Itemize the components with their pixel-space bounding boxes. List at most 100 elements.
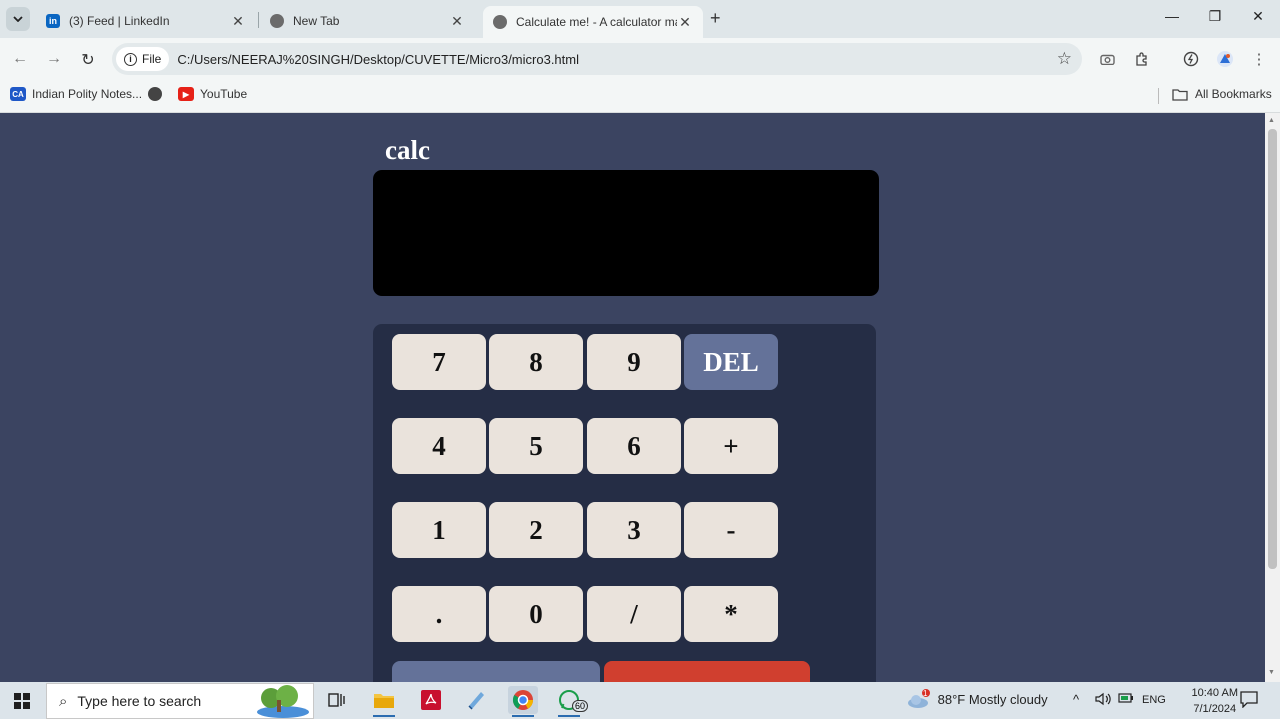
- show-hidden-icons[interactable]: ^: [1073, 692, 1079, 707]
- close-icon[interactable]: ✕: [677, 14, 693, 31]
- restore-button[interactable]: ❐: [1205, 8, 1225, 25]
- chrome-icon: [270, 14, 284, 28]
- taskbar-search[interactable]: ⌕ Type here to search: [46, 683, 314, 719]
- key-plus[interactable]: +: [684, 418, 778, 474]
- equals-button[interactable]: [604, 661, 810, 682]
- key-4[interactable]: 4: [392, 418, 486, 474]
- profile-avatar[interactable]: [1215, 49, 1235, 69]
- address-bar[interactable]: i File C:/Users/NEERAJ%20SINGH/Desktop/C…: [112, 43, 1082, 75]
- key-2[interactable]: 2: [489, 502, 583, 558]
- arrow-right-icon: →: [46, 50, 62, 67]
- search-placeholder: Type here to search: [77, 693, 202, 709]
- back-button[interactable]: ←: [10, 50, 30, 68]
- key-7[interactable]: 7: [392, 334, 486, 390]
- key-multiply[interactable]: *: [684, 586, 778, 642]
- weather-widget[interactable]: 1 88°F Mostly cloudy: [906, 688, 1048, 710]
- tab-title: Calculate me! - A calculator ma: [516, 15, 677, 29]
- key-decimal[interactable]: .: [392, 586, 486, 642]
- key-6[interactable]: 6: [587, 418, 681, 474]
- task-view-icon[interactable]: [322, 686, 352, 714]
- tab-linkedin[interactable]: in (3) Feed | LinkedIn ✕: [36, 6, 256, 36]
- star-icon[interactable]: ☆: [1057, 49, 1072, 69]
- tab-title: New Tab: [293, 14, 340, 28]
- tab-calculator[interactable]: Calculate me! - A calculator ma ✕: [483, 6, 703, 38]
- key-3[interactable]: 3: [587, 502, 681, 558]
- scroll-up-icon[interactable]: ▲: [1268, 117, 1275, 124]
- volume-icon[interactable]: [1095, 692, 1111, 709]
- bookmark-label: Indian Polity Notes...: [32, 87, 143, 101]
- scroll-down-icon[interactable]: ▼: [1268, 669, 1275, 676]
- globe-icon: [148, 87, 162, 101]
- page-viewport: calc 7 8 9 DEL 4 5 6 + 1 2 3 - . 0 / *: [0, 113, 1265, 682]
- folder-icon: [1172, 88, 1188, 101]
- minimize-button[interactable]: —: [1162, 8, 1182, 24]
- notepad-icon[interactable]: [461, 686, 491, 714]
- reload-icon: ↻: [81, 52, 95, 69]
- tab-strip: in (3) Feed | LinkedIn ✕ New Tab ✕ Calcu…: [0, 0, 1280, 38]
- performance-icon[interactable]: [1181, 49, 1201, 69]
- url-text[interactable]: C:/Users/NEERAJ%20SINGH/Desktop/CUVETTE/…: [177, 52, 579, 67]
- calculator-keypad: 7 8 9 DEL 4 5 6 + 1 2 3 - . 0 / *: [373, 324, 876, 682]
- key-divide[interactable]: /: [587, 586, 681, 642]
- chrome-taskbar-icon[interactable]: [508, 686, 538, 717]
- acrobat-icon[interactable]: [416, 686, 446, 714]
- youtube-icon: ▶: [178, 87, 194, 101]
- menu-kebab-icon[interactable]: ⋮: [1249, 49, 1269, 69]
- chevron-down-icon: [13, 16, 23, 22]
- key-minus[interactable]: -: [684, 502, 778, 558]
- browser-toolbar: ← → ↻ i File C:/Users/NEERAJ%20SINGH/Des…: [0, 38, 1280, 80]
- close-icon[interactable]: ✕: [449, 13, 465, 30]
- close-icon[interactable]: ✕: [230, 13, 246, 30]
- bookmark-label: YouTube: [200, 87, 248, 101]
- scroll-thumb[interactable]: [1268, 129, 1277, 569]
- bookmark-indian-polity[interactable]: CA Indian Polity Notes...: [10, 87, 142, 101]
- bookmarks-bar: CA Indian Polity Notes... ▶ YouTube All …: [0, 80, 1280, 113]
- reload-button[interactable]: ↻: [78, 50, 98, 70]
- reset-button[interactable]: [392, 661, 600, 682]
- close-window-button[interactable]: ✕: [1248, 8, 1268, 25]
- battery-icon[interactable]: [1118, 692, 1134, 707]
- tab-divider: [258, 12, 259, 28]
- key-0[interactable]: 0: [489, 586, 583, 642]
- search-icon: ⌕: [59, 692, 68, 710]
- bookmark-youtube[interactable]: ▶ YouTube: [178, 87, 247, 101]
- camera-icon[interactable]: [1097, 49, 1117, 69]
- globe-icon: [493, 15, 507, 29]
- all-bookmarks-label: All Bookmarks: [1195, 87, 1272, 101]
- bookmark-globe[interactable]: [148, 87, 168, 101]
- whatsapp-icon[interactable]: 60: [554, 686, 589, 717]
- key-1[interactable]: 1: [392, 502, 486, 558]
- page-scrollbar[interactable]: ▲ ▼: [1265, 113, 1280, 682]
- cloud-icon: [908, 689, 930, 708]
- ca-logo-icon: CA: [10, 87, 26, 101]
- clock-date: 7/1/2024: [1193, 703, 1237, 715]
- chevron-up-icon: ^: [1073, 692, 1080, 707]
- windows-start-icon[interactable]: [14, 693, 30, 709]
- system-clock[interactable]: 10:40 AM 7/1/2024: [1192, 685, 1238, 717]
- linkedin-icon: in: [46, 14, 60, 28]
- site-info-chip[interactable]: i File: [116, 47, 170, 71]
- forward-button[interactable]: →: [44, 50, 64, 68]
- new-tab-button[interactable]: +: [710, 8, 721, 29]
- weather-alert-badge: 1: [923, 689, 928, 698]
- bookmarks-divider: [1158, 88, 1159, 104]
- tab-title: (3) Feed | LinkedIn: [69, 14, 170, 28]
- key-5[interactable]: 5: [489, 418, 583, 474]
- tab-search-button[interactable]: [6, 7, 30, 31]
- clock-time: 10:40 AM: [1191, 687, 1238, 699]
- weather-text: 88°F Mostly cloudy: [937, 691, 1048, 707]
- search-highlight-icon: [257, 685, 309, 718]
- all-bookmarks-button[interactable]: All Bookmarks: [1172, 87, 1272, 101]
- delete-button[interactable]: DEL: [684, 334, 778, 390]
- key-9[interactable]: 9: [587, 334, 681, 390]
- info-icon: i: [124, 52, 137, 66]
- key-8[interactable]: 8: [489, 334, 583, 390]
- language-indicator[interactable]: ENG: [1142, 694, 1166, 706]
- calculator-title: calc: [385, 135, 430, 165]
- windows-taskbar: ⌕ Type here to search 60 1 88°F Mostly c…: [0, 682, 1280, 719]
- file-explorer-icon[interactable]: [369, 686, 399, 717]
- tab-new-tab[interactable]: New Tab ✕: [260, 6, 475, 36]
- notification-center-icon[interactable]: [1240, 691, 1258, 711]
- arrow-left-icon: ←: [12, 50, 28, 67]
- extensions-icon[interactable]: [1132, 49, 1152, 69]
